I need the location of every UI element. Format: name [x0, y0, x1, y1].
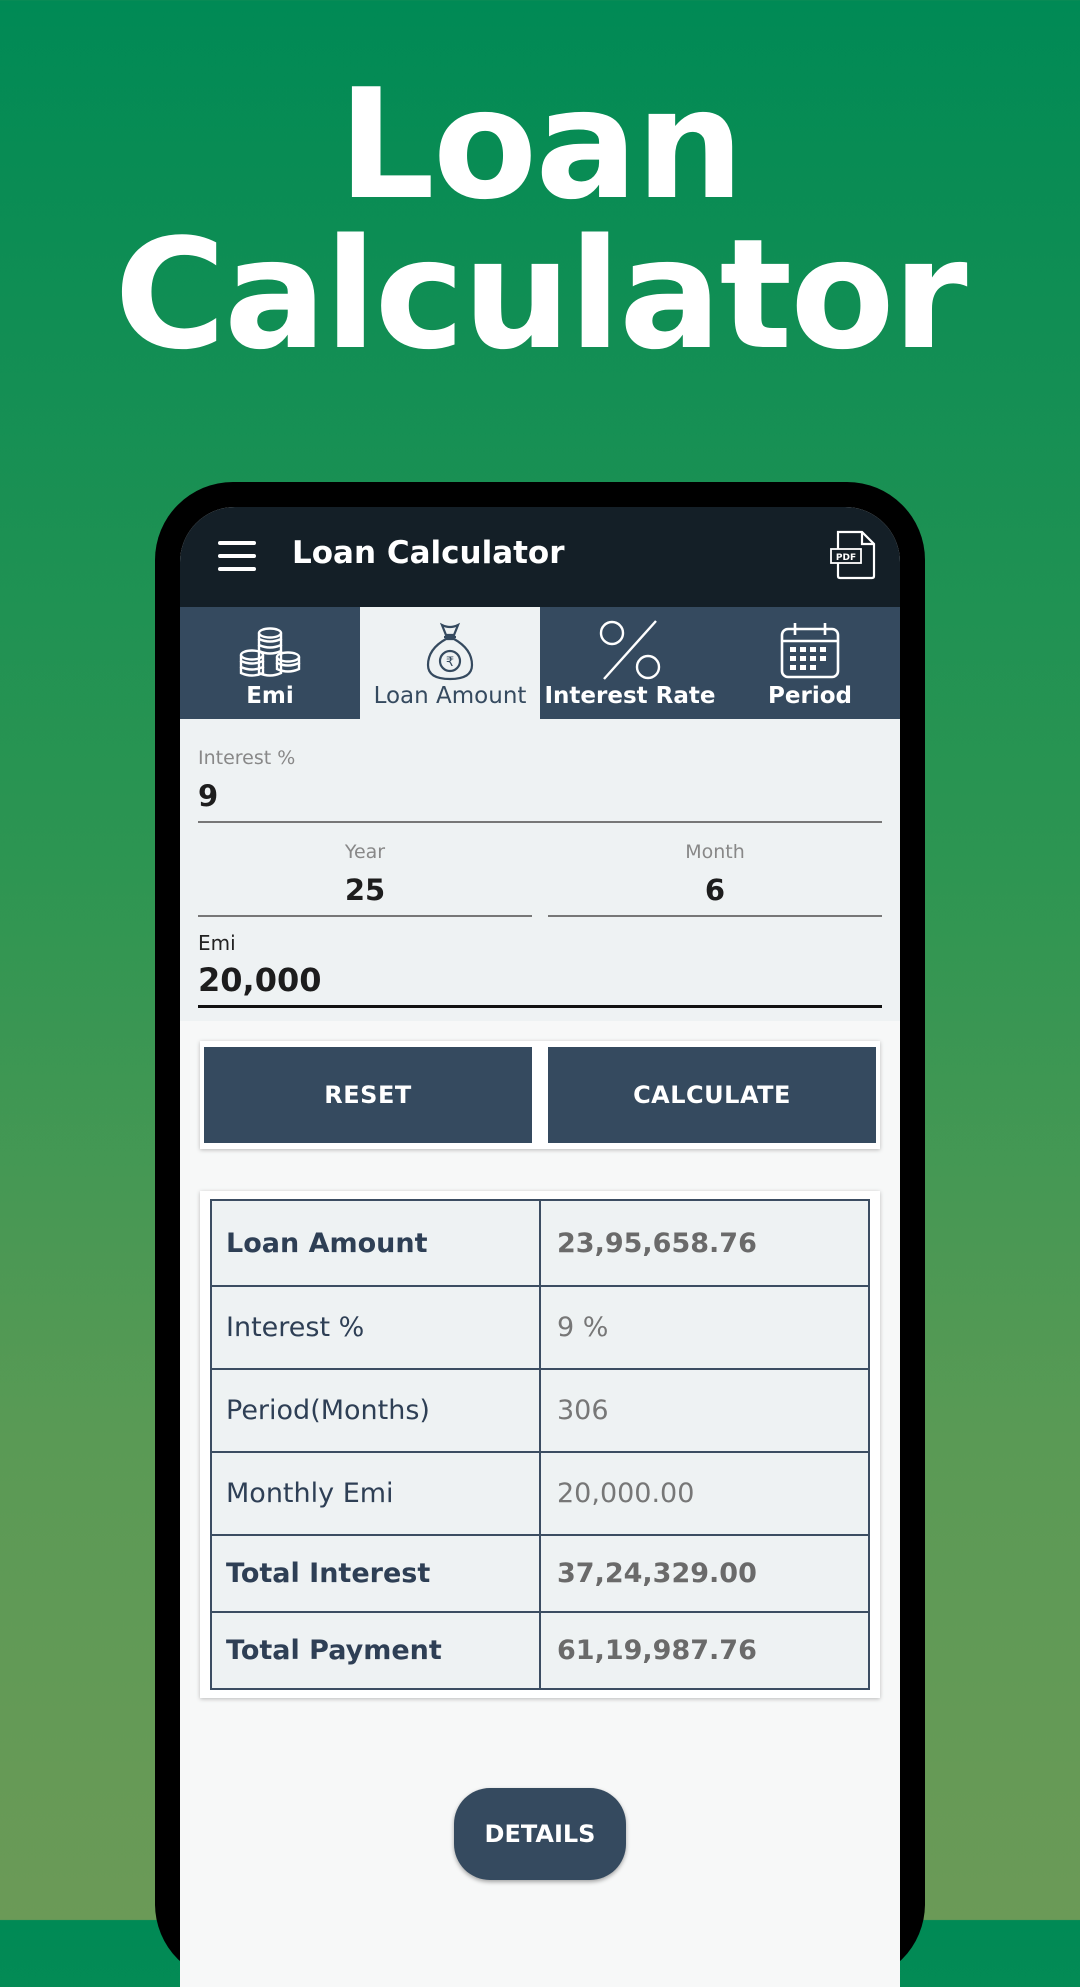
- details-button[interactable]: DETAILS: [454, 1788, 626, 1880]
- emi-field-label: Emi: [198, 931, 236, 955]
- headline-line-2: Calculator: [114, 206, 967, 383]
- result-value: 20,000.00: [539, 1451, 870, 1536]
- table-row: Total Interest 37,24,329.00: [210, 1534, 870, 1613]
- tab-bar: Emi ₹ Loan Amount Interest Rate Period: [180, 607, 900, 719]
- results-card: Loan Amount 23,95,658.76 Interest % 9 % …: [200, 1191, 880, 1698]
- action-buttons: RESET CALCULATE: [200, 1041, 880, 1149]
- year-field-label: Year: [344, 841, 386, 863]
- calculate-button[interactable]: CALCULATE: [548, 1047, 876, 1143]
- result-label: Total Payment: [210, 1611, 541, 1690]
- interest-input[interactable]: 9: [198, 769, 882, 823]
- tab-interest-rate-label: Interest Rate: [544, 683, 716, 709]
- tab-period[interactable]: Period: [720, 607, 900, 719]
- year-input[interactable]: 25: [198, 863, 532, 917]
- result-value: 37,24,329.00: [539, 1534, 870, 1613]
- tab-emi[interactable]: Emi: [180, 607, 360, 719]
- phone-frame: Loan Calculator PDF Emi ₹ Loan Amount In…: [155, 482, 925, 1987]
- interest-field-label: Interest %: [198, 747, 296, 769]
- emi-input[interactable]: 20,000: [198, 955, 882, 1008]
- month-field-label: Month: [685, 841, 745, 863]
- month-input[interactable]: 6: [548, 863, 882, 917]
- table-row: Monthly Emi 20,000.00: [210, 1451, 870, 1536]
- app-title: Loan Calculator: [292, 535, 565, 571]
- result-label: Total Interest: [210, 1534, 541, 1613]
- input-panel: Interest % 9 Year 25 Month 6 Emi 20,000: [180, 719, 900, 1021]
- result-value: 61,19,987.76: [539, 1611, 870, 1690]
- headline-line-1: Loan: [337, 56, 744, 233]
- reset-button[interactable]: RESET: [204, 1047, 532, 1143]
- calendar-icon: [780, 623, 840, 679]
- tab-loan-amount-label: Loan Amount: [373, 683, 527, 709]
- table-row: Period(Months) 306: [210, 1368, 870, 1453]
- result-value: 306: [539, 1368, 870, 1453]
- table-row: Interest % 9 %: [210, 1285, 870, 1370]
- promo-headline: Loan Calculator: [0, 56, 1080, 383]
- hamburger-menu-icon[interactable]: [218, 541, 256, 571]
- svg-text:₹: ₹: [446, 655, 454, 670]
- pdf-export-icon[interactable]: PDF: [830, 530, 878, 580]
- tab-emi-label: Emi: [246, 683, 294, 709]
- table-row: Total Payment 61,19,987.76: [210, 1611, 870, 1690]
- tab-period-label: Period: [768, 683, 852, 709]
- result-label: Period(Months): [210, 1368, 541, 1453]
- result-label: Loan Amount: [210, 1199, 541, 1287]
- percent-icon: [599, 620, 661, 680]
- coins-icon: [239, 627, 301, 677]
- result-value: 23,95,658.76: [539, 1199, 870, 1287]
- result-label: Monthly Emi: [210, 1451, 541, 1536]
- pdf-label: PDF: [836, 553, 856, 563]
- table-row: Loan Amount 23,95,658.76: [210, 1199, 870, 1287]
- app-screen: Loan Calculator PDF Emi ₹ Loan Amount In…: [180, 507, 900, 1987]
- tab-loan-amount[interactable]: ₹ Loan Amount: [360, 607, 540, 719]
- result-label: Interest %: [210, 1285, 541, 1370]
- tab-interest-rate[interactable]: Interest Rate: [540, 607, 720, 719]
- result-value: 9 %: [539, 1285, 870, 1370]
- money-bag-icon: ₹: [426, 622, 474, 681]
- results-table: Loan Amount 23,95,658.76 Interest % 9 % …: [210, 1199, 870, 1690]
- app-bar: Loan Calculator PDF: [180, 507, 900, 607]
